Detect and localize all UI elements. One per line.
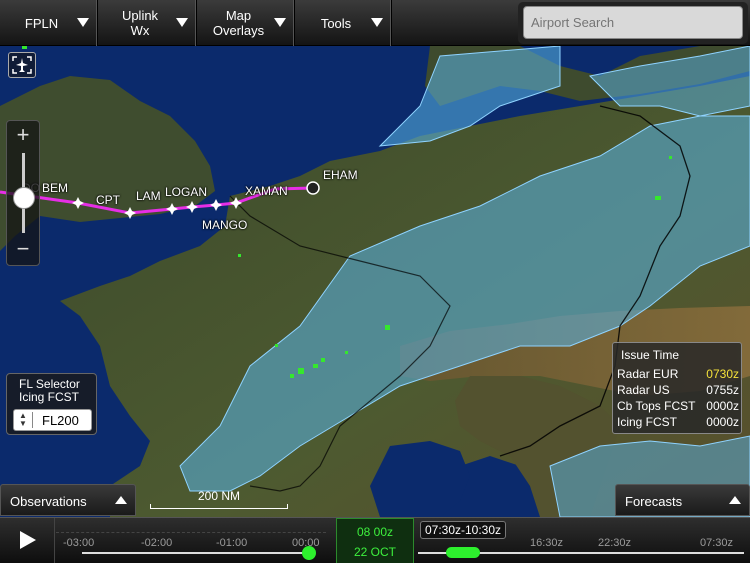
route-label-bem: BEM <box>42 181 69 195</box>
radar-cell <box>22 46 27 49</box>
scale-label: 200 NM <box>197 489 241 503</box>
radar-cell <box>313 364 318 368</box>
route-label-lam: LAM <box>136 189 161 203</box>
fpln-label: FPLN <box>24 15 59 31</box>
chevron-up-icon <box>115 496 127 504</box>
up-down-arrows-icon: ▲ ▼ <box>19 411 27 428</box>
route-label-mango: MANGO <box>202 218 248 232</box>
chevron-down-icon <box>77 18 89 27</box>
chevron-down-icon <box>274 18 286 27</box>
issue-time-row: Cb Tops FCST 0000z <box>617 399 739 415</box>
product-name: Icing FCST <box>617 415 678 429</box>
uplink-wx-menu-button[interactable]: Uplink Wx <box>98 0 197 46</box>
flight-level-stepper[interactable]: ▲ ▼ FL200 <box>13 409 92 431</box>
issue-time-row: Radar EUR 0730z <box>617 367 739 383</box>
observation-timeline-handle[interactable] <box>302 546 316 560</box>
flight-level-value: FL200 <box>42 413 79 428</box>
route-label-cpt: CPT <box>96 193 120 207</box>
airport-search-input[interactable] <box>523 6 743 39</box>
radar-cell <box>238 254 241 257</box>
observation-tick: -03:00 <box>63 537 95 549</box>
observation-tick: -01:00 <box>216 537 248 549</box>
radar-cell <box>669 156 672 159</box>
product-issue-time: 0755z <box>706 383 739 397</box>
product-issue-time: 0000z <box>706 415 739 429</box>
map-scale-bar: 200 NM <box>150 489 288 511</box>
zoom-control: + − <box>6 120 40 266</box>
current-time-display: 08 00z 22 OCT <box>336 518 414 563</box>
minus-icon: − <box>16 236 30 261</box>
chevron-down-icon <box>371 18 383 27</box>
forecast-tick: 16:30z <box>530 537 564 549</box>
fl-selector-title: FL Selector Icing FCST <box>19 377 80 404</box>
forecast-tick: 07:30z <box>700 537 734 549</box>
map-overlays-label: Map Overlays <box>212 8 265 38</box>
zoom-in-button[interactable]: + <box>10 123 36 149</box>
issue-time-panel: Issue Time Radar EUR 0730z Radar US 0755… <box>612 342 742 434</box>
center-on-aircraft-icon <box>12 56 32 74</box>
radar-cell <box>298 368 304 374</box>
product-name: Radar EUR <box>617 367 679 381</box>
divider <box>32 412 33 428</box>
forecast-range-label: 07:30z-10:30z <box>420 521 506 539</box>
scale-line <box>150 504 288 509</box>
route-label-eham: EHAM <box>323 168 358 182</box>
timeline-bar: -03:00 -02:00 -01:00 00:00 08 00z 22 OCT… <box>0 517 750 563</box>
forecasts-panel-toggle[interactable]: Forecasts <box>615 484 750 516</box>
fl-selector-panel: FL Selector Icing FCST ▲ ▼ FL200 <box>6 373 97 435</box>
observation-timeline-track[interactable] <box>82 552 308 554</box>
forecast-timeline-handle[interactable] <box>446 547 480 558</box>
route-label-xaman: XAMAN <box>245 184 288 198</box>
radar-cell <box>385 325 390 330</box>
map-overlays-menu-button[interactable]: Map Overlays <box>197 0 295 46</box>
route-label-logan: LOGAN <box>165 185 208 199</box>
weather-map[interactable]: DO BEM CPT LAM LOGAN XAMAN MANGO EHAM + … <box>0 46 750 517</box>
product-name: Radar US <box>617 383 670 397</box>
map-canvas <box>0 46 750 517</box>
play-icon <box>20 531 36 549</box>
radar-cell <box>345 351 348 354</box>
uplink-wx-label: Uplink Wx <box>121 8 159 38</box>
product-issue-time: 0730z <box>706 367 739 381</box>
forecast-tick: 22:30z <box>598 537 632 549</box>
chevron-down-icon <box>176 18 188 27</box>
zoom-slider-handle[interactable] <box>13 187 35 209</box>
observations-panel-toggle[interactable]: Observations <box>0 484 136 516</box>
fpln-menu-button[interactable]: FPLN <box>0 0 98 46</box>
product-name: Cb Tops FCST <box>617 399 696 413</box>
current-time: 08 00z <box>356 525 394 539</box>
radar-cell <box>290 374 294 378</box>
radar-cell <box>321 358 325 362</box>
top-toolbar: FPLN Uplink Wx Map Overlays Tools <box>0 0 750 46</box>
current-date: 22 OCT <box>353 545 396 559</box>
center-on-aircraft-button[interactable] <box>8 52 36 78</box>
tools-label: Tools <box>320 15 352 31</box>
forecasts-label: Forecasts <box>625 494 683 509</box>
chevron-up-icon <box>729 496 741 504</box>
radar-cell <box>655 196 661 200</box>
issue-time-row: Radar US 0755z <box>617 383 739 399</box>
timeline-divider <box>56 532 326 533</box>
play-button[interactable] <box>0 518 55 563</box>
observations-label: Observations <box>10 494 87 509</box>
radar-cell <box>275 344 278 347</box>
tools-menu-button[interactable]: Tools <box>295 0 392 46</box>
plus-icon: + <box>16 122 30 147</box>
observation-tick: -02:00 <box>141 537 173 549</box>
zoom-out-button[interactable]: − <box>10 237 36 263</box>
issue-time-header: Issue Time <box>621 348 680 362</box>
product-issue-time: 0000z <box>706 399 739 413</box>
destination-airport-marker[interactable] <box>306 181 320 195</box>
issue-time-row: Icing FCST 0000z <box>617 415 739 431</box>
